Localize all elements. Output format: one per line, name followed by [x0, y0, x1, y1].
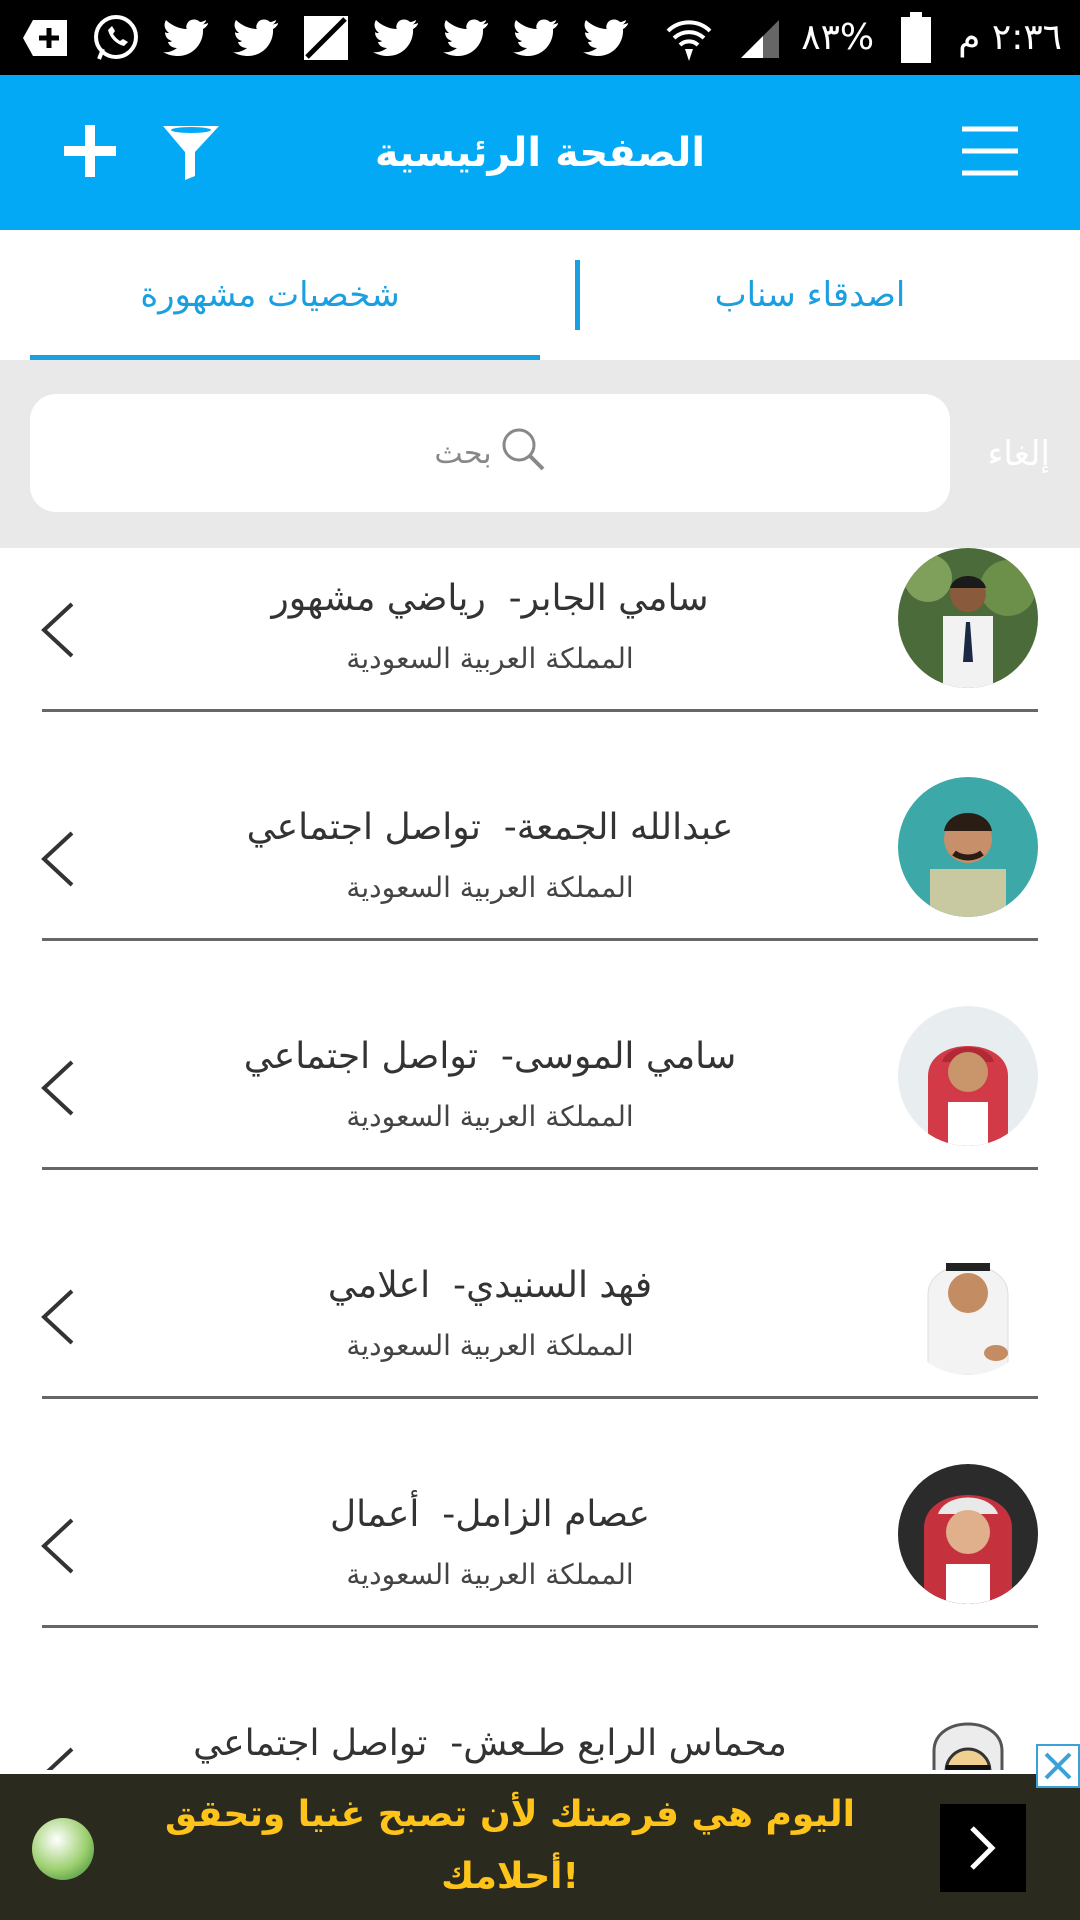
cancel-button[interactable]: إلغاء	[987, 360, 1050, 548]
battery-percent: ٨٣%	[801, 17, 875, 58]
chevron-left-icon	[38, 600, 78, 660]
search-bar: بحث إلغاء	[0, 360, 1080, 548]
avatar	[898, 1464, 1038, 1604]
divider	[42, 1625, 1038, 1628]
ad-text: اليوم هي فرصتك لأن تصبح غنيا وتحقق أحلام…	[165, 1794, 855, 1897]
close-icon[interactable]	[1036, 1744, 1080, 1788]
whatsapp-icon	[88, 13, 144, 63]
divider	[42, 1396, 1038, 1399]
avatar	[898, 1235, 1038, 1375]
filter-icon[interactable]	[160, 120, 222, 186]
chevron-left-icon	[38, 1287, 78, 1347]
list-item[interactable]: سامي الجابر- رياضي مشهور المملكة العربية…	[0, 548, 1080, 777]
twitter-icon	[508, 13, 564, 63]
divider	[42, 938, 1038, 941]
celebrity-name: فهد السنيدي- اعلامي	[327, 1265, 653, 1306]
status-indicators: ٨٣% ٢:٣٦ م	[661, 11, 1062, 63]
twitter-icon	[368, 13, 424, 63]
celebrity-list: سامي الجابر- رياضي مشهور المملكة العربية…	[0, 548, 1080, 1770]
celebrity-name: سامي الجابر- رياضي مشهور	[271, 578, 709, 619]
celebrity-name: سامي الموسى- تواصل اجتماعي	[243, 1036, 737, 1077]
app-bar-actions	[60, 120, 222, 186]
ad-logo-icon	[32, 1818, 94, 1880]
search-input[interactable]: بحث	[30, 394, 950, 512]
chevron-left-icon	[38, 1745, 78, 1770]
celebrity-name: محماس الرابع طـعش- تواصل اجتماعي	[193, 1723, 787, 1764]
tab-bar: شخصيات مشهورة اصدقاء سناب	[0, 230, 1080, 360]
chevron-left-icon	[38, 829, 78, 889]
twitter-icon	[578, 13, 634, 63]
tab-divider	[575, 260, 580, 330]
list-item[interactable]: عبدالله الجمعة- تواصل اجتماعي المملكة ال…	[0, 777, 1080, 1006]
notification-icons	[18, 13, 634, 63]
clock: ٢:٣٦ م	[958, 17, 1062, 58]
list-item[interactable]: سامي الموسى- تواصل اجتماعي المملكة العرب…	[0, 1006, 1080, 1235]
celebrity-country: المملكة العربية السعودية	[346, 1329, 634, 1362]
chevron-right-icon[interactable]	[940, 1804, 1026, 1892]
twitter-icon	[228, 13, 284, 63]
status-bar: ٨٣% ٢:٣٦ م	[0, 0, 1080, 75]
celebrity-country: المملكة العربية السعودية	[346, 1558, 634, 1591]
avatar	[898, 1693, 1038, 1770]
ad-banner[interactable]: اليوم هي فرصتك لأن تصبح غنيا وتحقق أحلام…	[0, 1744, 1080, 1920]
signal-icon	[731, 13, 787, 63]
celebrity-name: عصام الزامل- أعمال	[329, 1494, 651, 1535]
divider	[42, 1167, 1038, 1170]
list-item[interactable]: محماس الرابع طـعش- تواصل اجتماعي	[0, 1693, 1080, 1770]
celebrity-name: عبدالله الجمعة- تواصل اجتماعي	[246, 807, 734, 848]
twitter-icon	[438, 13, 494, 63]
tab-celebrities[interactable]: شخصيات مشهورة	[0, 230, 540, 360]
avatar	[898, 548, 1038, 688]
avatar	[898, 1006, 1038, 1146]
chevron-left-icon	[38, 1058, 78, 1118]
celebrity-country: المملكة العربية السعودية	[346, 1100, 634, 1133]
menu-icon[interactable]	[960, 123, 1020, 183]
list-item[interactable]: فهد السنيدي- اعلامي المملكة العربية السع…	[0, 1235, 1080, 1464]
battery-icon	[888, 11, 944, 63]
list-item[interactable]: عصام الزامل- أعمال المملكة العربية السعو…	[0, 1464, 1080, 1693]
app-bar: الصفحة الرئيسية	[0, 75, 1080, 230]
wifi-icon	[661, 13, 717, 63]
add-icon[interactable]	[60, 121, 120, 185]
twitter-icon	[158, 13, 214, 63]
search-icon	[500, 426, 546, 480]
celebrity-country: المملكة العربية السعودية	[346, 642, 634, 675]
add-box-icon	[18, 13, 74, 63]
slash-box-icon	[298, 13, 354, 63]
chevron-left-icon	[38, 1516, 78, 1576]
tab-snap-friends[interactable]: اصدقاء سناب	[540, 230, 1080, 360]
search-placeholder: بحث	[434, 435, 492, 471]
divider	[42, 709, 1038, 712]
avatar	[898, 777, 1038, 917]
celebrity-country: المملكة العربية السعودية	[346, 871, 634, 904]
